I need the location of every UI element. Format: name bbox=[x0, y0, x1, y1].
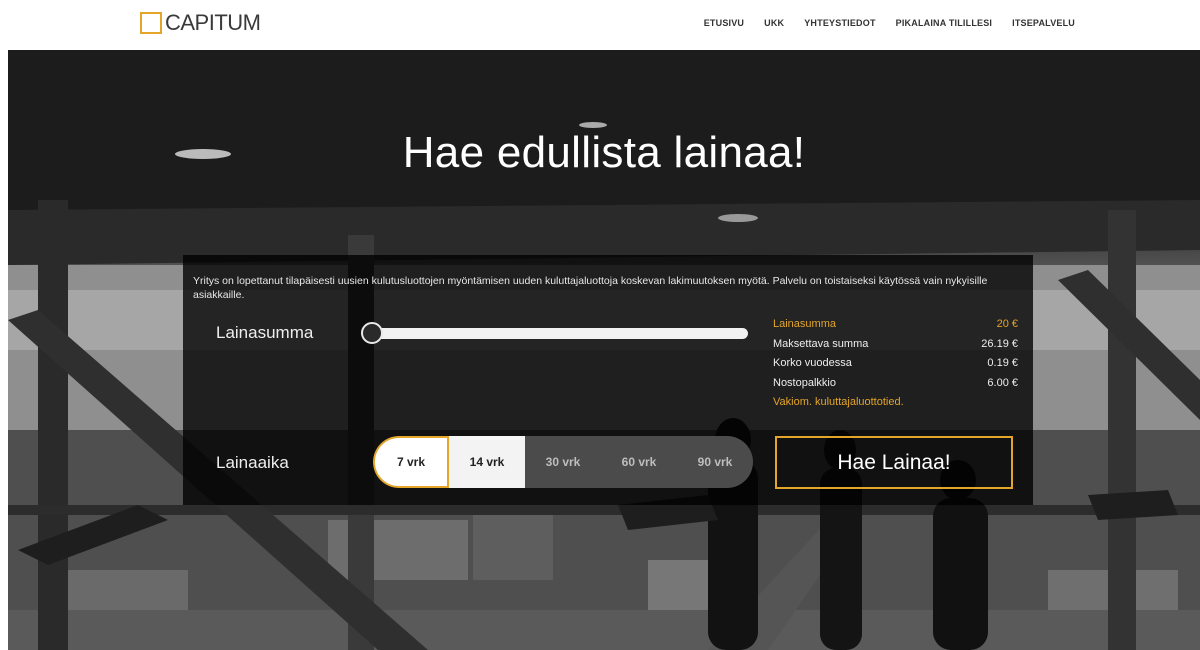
service-notice: Yritys on lopettanut tilapäisesti uusien… bbox=[193, 275, 988, 301]
summary-label: Korko vuodessa bbox=[773, 357, 852, 369]
summary-value: 0.19 € bbox=[987, 357, 1018, 369]
term-option-30[interactable]: 30 vrk bbox=[525, 436, 601, 488]
term-option-90[interactable]: 90 vrk bbox=[677, 436, 753, 488]
summary-row-korko: Korko vuodessa 0.19 € bbox=[773, 354, 1018, 374]
hero-section: Hae edullista lainaa! Yritys on lopettan… bbox=[8, 50, 1200, 650]
loan-calculator: Yritys on lopettanut tilapäisesti uusien… bbox=[183, 255, 1033, 505]
term-option-7[interactable]: 7 vrk bbox=[373, 436, 449, 488]
logo-square-icon bbox=[140, 12, 162, 34]
summary-value: 20 € bbox=[996, 318, 1018, 330]
apply-loan-button[interactable]: Hae Lainaa! bbox=[775, 436, 1013, 489]
nav-item-ukk[interactable]: UKK bbox=[764, 18, 784, 28]
logo-text: CAPITUM bbox=[165, 10, 261, 35]
loan-summary: Lainasumma 20 € Maksettava summa 26.19 €… bbox=[773, 315, 1018, 413]
summary-row-maksettava: Maksettava summa 26.19 € bbox=[773, 335, 1018, 355]
summary-label: Lainasumma bbox=[773, 318, 836, 330]
summary-row-nostopalkkio: Nostopalkkio 6.00 € bbox=[773, 374, 1018, 394]
summary-label: Nostopalkkio bbox=[773, 376, 836, 389]
term-label: Lainaaika bbox=[216, 453, 289, 472]
nav-item-pikalaina[interactable]: PIKALAINA TILILLESI bbox=[896, 18, 992, 28]
amount-slider-track[interactable] bbox=[363, 328, 748, 339]
summary-row-lainasumma: Lainasumma 20 € bbox=[773, 315, 1018, 335]
summary-label: Maksettava summa bbox=[773, 337, 869, 350]
amount-slider-handle[interactable] bbox=[361, 322, 383, 344]
logo[interactable]: CAPITUM bbox=[140, 12, 261, 34]
credit-info-link[interactable]: Vakiom. kuluttajaluottotied. bbox=[773, 393, 1018, 413]
nav-item-etusivu[interactable]: ETUSIVU bbox=[704, 18, 744, 28]
term-option-14[interactable]: 14 vrk bbox=[449, 436, 525, 488]
amount-label: Lainasumma bbox=[216, 323, 314, 342]
summary-value: 26.19 € bbox=[981, 337, 1018, 350]
loan-term-selector: 7 vrk 14 vrk 30 vrk 60 vrk 90 vrk bbox=[373, 436, 753, 488]
term-option-60[interactable]: 60 vrk bbox=[601, 436, 677, 488]
nav-item-yhteystiedot[interactable]: YHTEYSTIEDOT bbox=[804, 18, 875, 28]
main-nav: ETUSIVU UKK YHTEYSTIEDOT PIKALAINA TILIL… bbox=[704, 18, 1075, 28]
hero-title: Hae edullista lainaa! bbox=[402, 128, 806, 177]
nav-item-itsepalvelu[interactable]: ITSEPALVELU bbox=[1012, 18, 1075, 28]
summary-value: 6.00 € bbox=[987, 376, 1018, 389]
site-header: CAPITUM ETUSIVU UKK YHTEYSTIEDOT PIKALAI… bbox=[0, 0, 1200, 50]
